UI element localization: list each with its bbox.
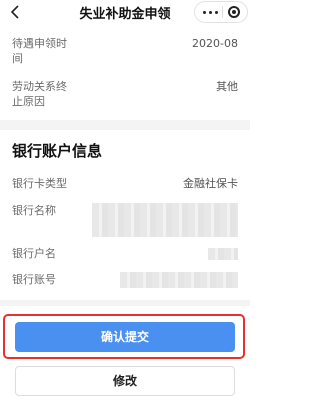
more-icon[interactable] [203,11,206,14]
account-number-redacted [120,272,238,288]
bank-section-title: 银行账户信息 [12,142,103,160]
termination-reason-value: 其他 [216,80,238,93]
account-number-label: 银行账号 [12,273,56,286]
close-target-icon[interactable] [228,6,240,18]
termination-reason-label-line1: 劳动关系终 [12,80,67,93]
account-name-redacted [208,248,238,260]
card-type-row: 银行卡类型 金融社保卡 [12,176,238,192]
account-name-label: 银行户名 [12,247,56,260]
bank-name-redacted [92,203,238,237]
treatment-month-label-line2: 间 [12,52,23,65]
confirm-submit-button[interactable]: 确认提交 [15,322,235,352]
navigation-bar: 失业补助金申领 [0,0,250,26]
card-type-label: 银行卡类型 [12,177,67,190]
account-number-row: 银行账号 [12,272,238,290]
treatment-month-value: 2020-08 [192,37,238,50]
termination-reason-label-line2: 止原因 [12,95,45,108]
account-name-row: 银行户名 [12,246,238,262]
treatment-month-label-line1: 待遇申领时 [12,37,67,50]
bank-name-label: 银行名称 [12,204,56,217]
section-divider [0,120,250,130]
mini-program-capsule [194,1,248,23]
bank-name-row: 银行名称 [12,203,238,239]
card-type-value: 金融社保卡 [183,177,238,190]
footer-divider [0,300,250,306]
edit-button[interactable]: 修改 [15,366,235,396]
capsule-divider [222,6,223,18]
termination-reason-row: 劳动关系终 止原因 其他 [12,79,238,109]
treatment-month-row: 待遇申领时 间 2020-08 [12,36,238,66]
